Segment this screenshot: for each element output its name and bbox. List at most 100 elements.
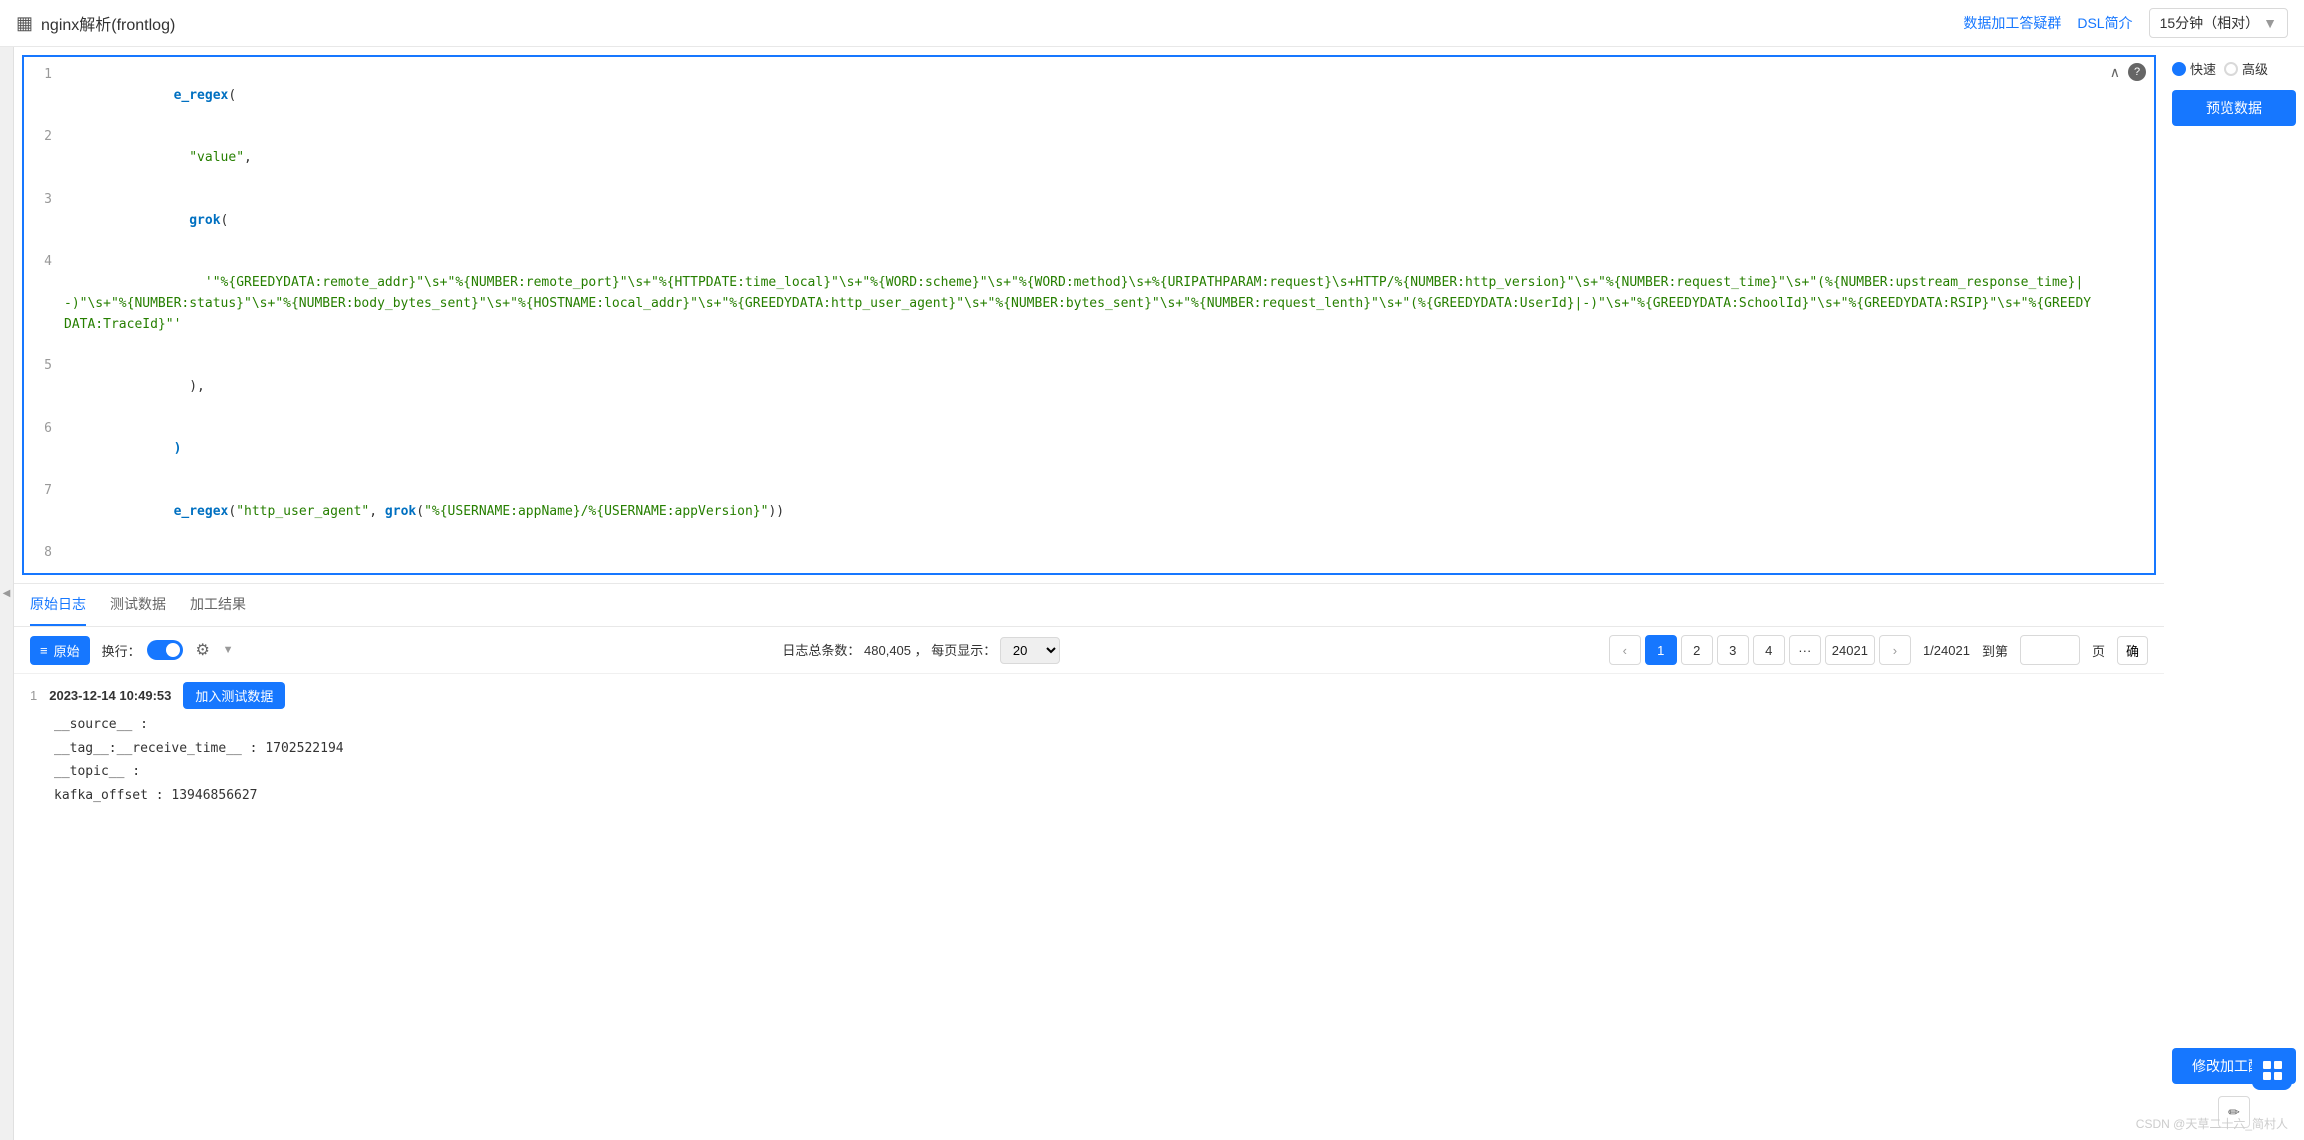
page-2-btn[interactable]: 2: [1681, 635, 1713, 665]
last-page-btn[interactable]: 24021: [1825, 635, 1875, 665]
line-content-2: "value",: [64, 127, 2154, 189]
log-field-kafka-offset: kafka_offset : 13946856627: [54, 784, 2148, 807]
page-title: nginx解析(frontlog): [41, 11, 175, 35]
log-index: 1: [30, 688, 37, 703]
field-sep-topic: :: [132, 764, 140, 779]
goto-page-input[interactable]: [2020, 635, 2080, 665]
advanced-label[interactable]: 高级: [2242, 59, 2268, 78]
log-toolbar: ≡ 原始 换行： ⚙ ▼ 日志总条数： 480,405 ， 每页显示：: [14, 627, 2164, 674]
page-3-btn[interactable]: 3: [1717, 635, 1749, 665]
line-content-7: e_regex("http_user_agent", grok("%{USERN…: [64, 481, 2154, 543]
qa-group-link[interactable]: 数据加工答疑群: [1963, 13, 2061, 33]
add-test-data-button[interactable]: 加入测试数据: [183, 682, 285, 709]
time-selector[interactable]: 15分钟（相对） ▼: [2149, 8, 2288, 38]
code-content: 1 e_regex( 2 "value", 3: [24, 57, 2154, 573]
log-fields: __source__ : __tag__:__receive_time__ : …: [30, 713, 2148, 807]
line-content-4: '"%{GREEDYDATA:remote_addr}"\s+"%{NUMBER…: [64, 252, 2154, 356]
tab-test-data[interactable]: 测试数据: [110, 584, 166, 626]
code-line-2: 2 "value",: [24, 127, 2154, 189]
speed-radio: 快速: [2172, 59, 2216, 78]
time-selector-label: 15分钟（相对）: [2160, 13, 2260, 33]
grid-dot-4: [2274, 1072, 2282, 1080]
collapse-icon[interactable]: ∧: [2110, 64, 2120, 81]
goto-label: 到第: [1982, 641, 2008, 660]
field-key-receive-time: __tag__:__receive_time__: [54, 741, 242, 756]
app-container: ▦ nginx解析(frontlog) 数据加工答疑群 DSL简介 15分钟（相…: [0, 0, 2304, 1140]
line-number-6: 6: [24, 419, 64, 481]
confirm-goto-btn[interactable]: 确: [2117, 636, 2148, 665]
preview-data-button[interactable]: 预览数据: [2172, 90, 2296, 126]
help-icon[interactable]: ?: [2128, 63, 2146, 81]
code-line-5: 5 ),: [24, 356, 2154, 418]
editor-area: ∧ ? 1 e_regex( 2 "value": [14, 47, 2164, 1140]
log-field-topic: __topic__ :: [54, 760, 2148, 783]
main-content: ◀ ∧ ? 1 e_regex(: [0, 47, 2304, 1140]
page-1-btn[interactable]: 1: [1645, 635, 1677, 665]
code-editor-header: ∧ ?: [2110, 63, 2146, 81]
log-field-source: __source__ :: [54, 713, 2148, 736]
code-editor[interactable]: ∧ ? 1 e_regex( 2 "value": [22, 55, 2156, 575]
chevron-down-icon-settings[interactable]: ▼: [223, 644, 234, 656]
dsl-intro-link[interactable]: DSL简介: [2077, 13, 2132, 33]
log-field-receive-time: __tag__:__receive_time__ : 1702522194: [54, 737, 2148, 760]
code-line-4: 4 '"%{GREEDYDATA:remote_addr}"\s+"%{NUMB…: [24, 252, 2154, 356]
grid-dot-1: [2263, 1061, 2271, 1069]
left-panel-toggle[interactable]: ◀: [0, 47, 14, 1140]
tab-process-result[interactable]: 加工结果: [190, 584, 246, 626]
field-key-topic: __topic__: [54, 764, 124, 779]
field-key-source: __source__: [54, 717, 132, 732]
line-content-5: ),: [64, 356, 2154, 418]
footer-watermark: CSDN @天草二十六_简村人: [2136, 1115, 2288, 1132]
original-view-button[interactable]: ≡ 原始: [30, 636, 90, 665]
line-content-1: e_regex(: [64, 65, 2154, 127]
header-right: 数据加工答疑群 DSL简介 15分钟（相对） ▼: [1963, 8, 2288, 38]
code-line-6: 6 ): [24, 419, 2154, 481]
grid-icon: [2263, 1061, 2282, 1080]
line-content-3: grok(: [64, 190, 2154, 252]
grid-dot-2: [2274, 1061, 2282, 1069]
tab-original-log[interactable]: 原始日志: [30, 584, 86, 626]
pagination: ‹ 1 2 3 4 ··· 24021 ›: [1609, 635, 1911, 665]
line-number-8: 8: [24, 543, 64, 565]
speed-radio-dot: [2172, 62, 2186, 76]
log-timestamp: 2023-12-14 10:49:53: [49, 688, 171, 703]
line-number-3: 3: [24, 190, 64, 252]
line-number-7: 7: [24, 481, 64, 543]
chevron-down-icon: ▼: [2263, 15, 2277, 31]
list-icon: ≡: [40, 643, 48, 658]
page-info-text: 1/24021: [1923, 643, 1970, 658]
line-number-4: 4: [24, 252, 64, 356]
header: ▦ nginx解析(frontlog) 数据加工答疑群 DSL简介 15分钟（相…: [0, 0, 2304, 47]
speed-label[interactable]: 快速: [2190, 59, 2216, 78]
advanced-radio: 高级: [2224, 59, 2268, 78]
chevron-left-icon: ◀: [3, 588, 11, 599]
header-left: ▦ nginx解析(frontlog): [16, 11, 175, 35]
code-line-7: 7 e_regex("http_user_agent", grok("%{USE…: [24, 481, 2154, 543]
advanced-radio-dot: [2224, 62, 2238, 76]
prev-page-btn[interactable]: ‹: [1609, 635, 1641, 665]
line-wrap-toggle[interactable]: [147, 640, 183, 660]
code-line-8: 8: [24, 543, 2154, 565]
field-sep-source: :: [140, 717, 148, 732]
page-4-btn[interactable]: 4: [1753, 635, 1785, 665]
stats-label: 日志总条数：: [782, 643, 860, 658]
line-number-1: 1: [24, 65, 64, 127]
log-entry: 1 2023-12-14 10:49:53 加入测试数据 __source__ …: [30, 682, 2148, 807]
ellipsis-btn: ···: [1789, 635, 1821, 665]
field-value-kafka-offset: 13946856627: [171, 788, 257, 803]
log-area: 原始日志 测试数据 加工结果 ≡ 原始 换行： ⚙ ▼: [14, 583, 2164, 1140]
per-page-select[interactable]: 20 50 100: [1000, 637, 1060, 664]
original-btn-label: 原始: [54, 641, 80, 660]
settings-icon[interactable]: ⚙: [189, 636, 217, 664]
line-content-8: [64, 543, 2154, 565]
next-page-btn[interactable]: ›: [1879, 635, 1911, 665]
stats-count: 480,405: [864, 643, 911, 658]
line-wrap-label: 换行：: [102, 641, 141, 660]
grid-icon-button[interactable]: [2252, 1050, 2292, 1090]
log-entries: 1 2023-12-14 10:49:53 加入测试数据 __source__ …: [14, 674, 2164, 1140]
page-unit-label: 页: [2092, 641, 2105, 660]
line-wrap-toggle-row: 换行： ⚙ ▼: [102, 636, 234, 664]
line-number-2: 2: [24, 127, 64, 189]
grid-dot-3: [2263, 1072, 2271, 1080]
code-line-3: 3 grok(: [24, 190, 2154, 252]
